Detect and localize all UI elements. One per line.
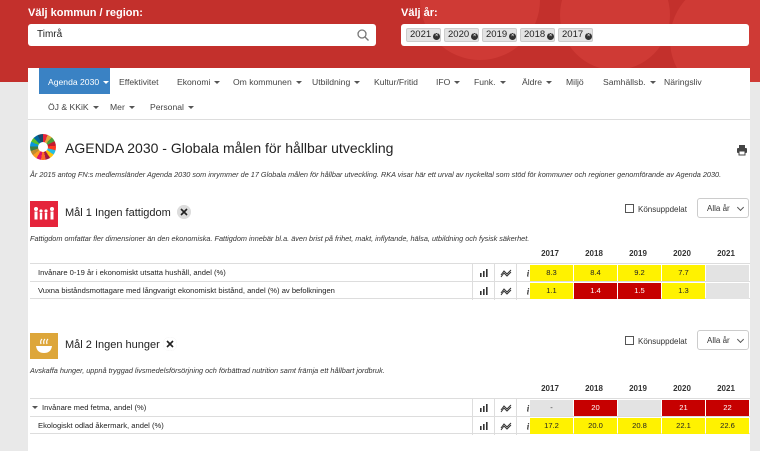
nav-item-naringsliv[interactable]: Näringsliv — [664, 77, 702, 87]
nav-item-utbildning[interactable]: Utbildning — [312, 77, 361, 87]
table-row: Ekologiskt odlad åkermark, andel (%) i 1… — [30, 416, 750, 435]
remove-tag-icon[interactable]: × — [471, 33, 479, 40]
cell-2018: 8.4 — [574, 265, 617, 281]
cell-2017: 1.1 — [530, 283, 573, 299]
year-tag[interactable]: 2019 × — [482, 28, 518, 42]
share-icon[interactable] — [177, 205, 191, 219]
cell-2020: 21 — [662, 400, 705, 416]
nav-item-personal[interactable]: Personal — [150, 102, 194, 112]
page-intro: År 2015 antog FN:s medlemsländer Agenda … — [30, 170, 722, 179]
table-row[interactable]: Invånare med fetma, andel (%) i - 20 21 … — [30, 398, 750, 417]
main-panel: Agenda 2030 Effektivitet Ekonomi Om komm… — [28, 68, 750, 451]
kommun-search-input[interactable]: Timrå — [28, 24, 376, 46]
cell-2017: 8.3 — [530, 265, 573, 281]
kommun-value: Timrå — [37, 29, 63, 40]
cell-2018: 20.0 — [574, 418, 617, 434]
nav-item-aldre[interactable]: Äldre — [522, 77, 553, 87]
nav-item-effektivitet[interactable]: Effektivitet — [119, 77, 159, 87]
remove-tag-icon[interactable]: × — [433, 33, 441, 40]
nav-item-om-kommunen[interactable]: Om kommunen — [233, 77, 302, 87]
year-multiselect[interactable]: 2021 × 2020 × 2019 × 2018 × 2017 × — [401, 24, 749, 46]
share-icon[interactable] — [163, 337, 177, 351]
bar-chart-icon[interactable] — [472, 282, 494, 300]
goal-2-bowl-icon — [30, 333, 58, 359]
cell-2020: 7.7 — [662, 265, 705, 281]
cell-2020: 22.1 — [662, 418, 705, 434]
row-label: Vuxna biståndsmottagare med långvarigt e… — [38, 286, 335, 295]
trend-icon[interactable] — [494, 399, 516, 417]
table-row: Invånare 0-19 år i ekonomiskt utsatta hu… — [30, 263, 750, 282]
nav-item-miljo[interactable]: Miljö — [566, 77, 584, 87]
cell-2019: 1.5 — [618, 283, 661, 299]
year-range-select[interactable]: Alla år — [697, 330, 749, 350]
nav-item-kultur-fritid[interactable]: Kultur/Fritid — [374, 77, 418, 87]
nav-item-ekonomi[interactable]: Ekonomi — [177, 77, 221, 87]
year-label: Välj år: — [401, 7, 438, 19]
remove-tag-icon[interactable]: × — [585, 33, 593, 40]
cell-2018: 20 — [574, 400, 617, 416]
bar-chart-icon[interactable] — [472, 417, 494, 435]
bar-chart-icon[interactable] — [472, 399, 494, 417]
nav-item-agenda-2030[interactable]: Agenda 2030 — [39, 68, 110, 94]
remove-tag-icon[interactable]: × — [509, 33, 517, 40]
row-label: Invånare 0-19 år i ekonomiskt utsatta hu… — [38, 268, 226, 277]
trend-icon[interactable] — [494, 264, 516, 282]
nav-item-funk[interactable]: Funk. — [474, 77, 506, 87]
remove-tag-icon[interactable]: × — [547, 33, 555, 40]
bar-chart-icon[interactable] — [472, 264, 494, 282]
trend-icon[interactable] — [494, 282, 516, 300]
nav-item-samhallsb[interactable]: Samhällsb. — [603, 77, 656, 87]
cell-2019: 20.8 — [618, 418, 661, 434]
goal-1-people-icon — [30, 201, 58, 227]
gender-split-checkbox[interactable]: Könsuppdelat — [625, 336, 687, 346]
cell-2021: 22 — [706, 400, 749, 416]
cell-2021: 22.6 — [706, 418, 749, 434]
goal-2-title: Mål 2 Ingen hunger — [65, 339, 160, 351]
cell-2020: 1.3 — [662, 283, 705, 299]
goal-2-description: Avskaffa hunger, uppnå tryggad livsmedel… — [30, 366, 385, 375]
year-tag[interactable]: 2017 × — [558, 28, 594, 42]
nav-item-mer[interactable]: Mer — [110, 102, 135, 112]
goal-1-description: Fattigdom omfattar fler dimensioner än d… — [30, 234, 530, 243]
expand-chevron-icon[interactable] — [32, 406, 38, 409]
cell-2021 — [706, 283, 749, 299]
print-icon[interactable] — [736, 144, 748, 156]
sdg-wheel-icon — [30, 134, 56, 160]
year-tag[interactable]: 2020 × — [444, 28, 480, 42]
year-tag[interactable]: 2021 × — [406, 28, 442, 42]
cell-2021 — [706, 265, 749, 281]
search-icon[interactable] — [356, 28, 370, 42]
cell-2017: 17.2 — [530, 418, 573, 434]
nav-item-ifo[interactable]: IFO — [436, 77, 461, 87]
nav-item-oj-kkik[interactable]: ÖJ & KKiK — [48, 102, 99, 112]
year-range-select[interactable]: Alla år — [697, 198, 749, 218]
main-nav: Agenda 2030 Effektivitet Ekonomi Om komm… — [28, 68, 750, 120]
kommun-label: Välj kommun / region: — [28, 7, 143, 19]
cell-2019: 9.2 — [618, 265, 661, 281]
trend-icon[interactable] — [494, 417, 516, 435]
year-tag[interactable]: 2018 × — [520, 28, 556, 42]
row-label: Ekologiskt odlad åkermark, andel (%) — [38, 421, 164, 430]
row-label: Invånare med fetma, andel (%) — [32, 403, 146, 412]
cell-2019 — [618, 400, 661, 416]
page-title: AGENDA 2030 - Globala målen för hållbar … — [65, 140, 394, 156]
table-row: Vuxna biståndsmottagare med långvarigt e… — [30, 281, 750, 300]
cell-2018: 1.4 — [574, 283, 617, 299]
gender-split-checkbox[interactable]: Könsuppdelat — [625, 204, 687, 214]
cell-2017: - — [530, 400, 573, 416]
goal-1-title: Mål 1 Ingen fattigdom — [65, 207, 171, 219]
